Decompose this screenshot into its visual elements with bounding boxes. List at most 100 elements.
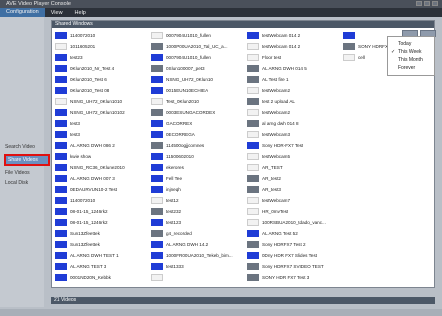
dropdown-item-forever[interactable]: Forever	[398, 65, 415, 71]
video-item[interactable]: 0007904U1010_fullen	[151, 31, 239, 39]
video-item[interactable]: 08-01-15_1246rk2	[55, 218, 143, 226]
video-item[interactable]	[151, 273, 239, 281]
video-item[interactable]: AL ARNG DWH 014 5	[247, 64, 335, 72]
video-label: Floor test	[262, 54, 282, 60]
video-label: testWebcam 014 2	[262, 43, 301, 49]
video-item[interactable]: testWebcam 014 2	[247, 42, 335, 50]
video-item[interactable]: 0EDAURVUN10-2 Test	[55, 185, 143, 193]
video-item[interactable]: 100RSBUA2010_tdado_vanc...	[247, 218, 335, 226]
dropdown-item-this-month[interactable]: This Month	[398, 57, 423, 63]
video-item[interactable]: 0ECORREGA	[151, 130, 239, 138]
video-thumbnail	[247, 163, 259, 171]
video-item[interactable]: Sony HDRFX7 Test 2	[247, 240, 335, 248]
video-item[interactable]: Sony HDR-FX7 Test	[247, 141, 335, 149]
nav-share-videos[interactable]: Share Videos	[4, 154, 50, 166]
video-item[interactable]: al arng dwh 014 8	[247, 119, 335, 127]
video-item[interactable]: SONY HDR FX7 Test 3	[247, 273, 335, 281]
menu-view[interactable]: View	[45, 10, 69, 16]
video-item[interactable]: Sun13Zfeettek	[55, 229, 143, 237]
video-item[interactable]: test12	[151, 196, 239, 204]
video-item[interactable]: 1011605201	[55, 42, 143, 50]
video-item[interactable]: NSNG_RC36_0Klune2010	[55, 163, 143, 171]
video-item[interactable]: AL ARNG DWH 007 3	[55, 174, 143, 182]
video-item[interactable]: kwie show	[55, 152, 143, 160]
video-item[interactable]: 0015EUN10ECHIEA	[151, 86, 239, 94]
video-item[interactable]: 0Dny HDR FX7 Slides Test	[247, 251, 335, 259]
video-item[interactable]: AR_test3	[247, 185, 335, 193]
video-item[interactable]: testWebcam2	[247, 108, 335, 116]
video-item[interactable]: HR_0mvTest	[247, 207, 335, 215]
video-label: 0Klun2010_Test 08	[70, 87, 110, 93]
video-item[interactable]: NSNG_UH72_0Klun1010	[55, 97, 143, 105]
dropdown-item-this-week[interactable]: This Week	[398, 49, 422, 55]
nav-search-video[interactable]: Search Video	[5, 144, 35, 150]
video-item[interactable]: test1333	[151, 262, 239, 270]
video-item[interactable]: GACORREX	[151, 119, 239, 127]
video-item[interactable]: AL ARNG DWH TEST 1	[55, 251, 143, 259]
video-label: kwie show	[70, 153, 92, 159]
maximize-icon[interactable]	[424, 1, 430, 6]
dropdown-item-today[interactable]: Today	[398, 41, 411, 47]
video-thumbnail	[55, 262, 67, 270]
video-item[interactable]: Fell Tee	[151, 174, 239, 182]
video-item[interactable]: NSNG_UH72_0Klun10102	[55, 108, 143, 116]
video-thumbnail	[55, 75, 67, 83]
video-item[interactable]: 0Klun2010_Nr_Test 4	[55, 64, 143, 72]
video-item[interactable]: Floor test	[247, 53, 335, 61]
menu-help[interactable]: Help	[69, 10, 92, 16]
nav-file-videos[interactable]: File Videos	[5, 170, 30, 176]
video-label: AR_test2	[262, 175, 281, 181]
video-item[interactable]: AR_TEST	[247, 163, 335, 171]
video-thumbnail	[247, 97, 259, 105]
video-item[interactable]: g4_recorded	[151, 229, 239, 237]
video-item[interactable]: AL ARNG DWH 14.2	[151, 240, 239, 248]
video-label: NSNG_UH72_0Klun10102	[70, 109, 125, 115]
video-item[interactable]: AL ARNG DWH 086 2	[55, 141, 143, 149]
video-item[interactable]: AR_test2	[247, 174, 335, 182]
video-item[interactable]: testWebcam2	[247, 86, 335, 94]
panel-title: Shared Windows	[52, 21, 434, 28]
video-thumbnail	[55, 273, 67, 281]
video-item[interactable]: 1000FR00UA2010_Tekeb_bim...	[151, 251, 239, 259]
minimize-icon[interactable]	[416, 1, 422, 6]
video-item[interactable]: test123	[151, 218, 239, 226]
video-item[interactable]: testWebcam5	[247, 152, 335, 160]
video-thumbnail	[55, 86, 67, 94]
video-item[interactable]: AL Test fire 1	[247, 75, 335, 83]
video-item[interactable]: 0003ESUNGACORDEX	[151, 108, 239, 116]
video-item[interactable]: Sun13Zfeettek	[55, 240, 143, 248]
nav-local-disk[interactable]: Local Disk	[5, 180, 28, 186]
video-item[interactable]: 11500602010	[151, 152, 239, 160]
video-item[interactable]: injneqh	[151, 185, 239, 193]
video-item[interactable]: 1140072010	[55, 196, 143, 204]
video-item[interactable]: Sony HDRFX7 SVIDEO TEST	[247, 262, 335, 270]
video-thumbnail	[55, 240, 67, 248]
video-item[interactable]: test232	[151, 207, 239, 215]
video-item[interactable]: AL ARNG Test 52	[247, 229, 335, 237]
video-label: 1011605201	[70, 43, 96, 49]
close-icon[interactable]	[432, 1, 438, 6]
video-item[interactable]: 1000P00UA2010_Tal_UC_a...	[151, 42, 239, 50]
video-item[interactable]: AL ARNG TEST 3	[55, 262, 143, 270]
video-item[interactable]: Test_0Klun2010	[151, 97, 239, 105]
video-item[interactable]: 0001ND20N_Kebbk	[55, 273, 143, 281]
video-item[interactable]: testWebcam 014 2	[247, 31, 335, 39]
video-item[interactable]: testWebcam3	[247, 130, 335, 138]
video-item[interactable]: test 2 upload AL	[247, 97, 335, 105]
menu-configuration[interactable]: Configuration	[0, 8, 45, 17]
video-item[interactable]: 08-01-15_1246rk2	[55, 207, 143, 215]
video-item[interactable]: 0007904U1010_fullen	[151, 53, 239, 61]
video-item[interactable]: test23	[55, 53, 143, 61]
video-thumbnail	[247, 251, 259, 259]
video-item[interactable]: ekerores	[151, 163, 239, 171]
video-item[interactable]: 0Klun2010_Test 6	[55, 75, 143, 83]
video-item[interactable]: NSNG_UH72_0Klun10	[151, 75, 239, 83]
video-item[interactable]: 114500ogjjcomnes	[151, 141, 239, 149]
video-item[interactable]: 1140072010	[55, 31, 143, 39]
video-item[interactable]: 0Slun100007_pet3	[151, 64, 239, 72]
video-item[interactable]: test3	[55, 119, 143, 127]
video-item[interactable]: testWebcam7	[247, 196, 335, 204]
video-item[interactable]: test3	[55, 130, 143, 138]
video-item[interactable]: 0Klun2010_Test 08	[55, 86, 143, 94]
video-label: 100RSBUA2010_tdado_vanc...	[262, 219, 326, 225]
